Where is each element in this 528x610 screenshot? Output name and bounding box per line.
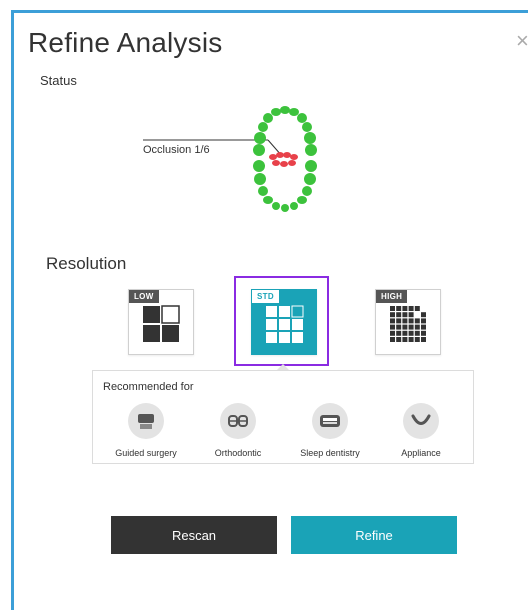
resolution-std-option[interactable]: STD (251, 289, 317, 355)
dental-arch-diagram (143, 106, 317, 212)
reco-label: Appliance (401, 448, 441, 458)
sleep-dentistry-icon (312, 403, 348, 439)
resolution-label: Resolution (46, 254, 127, 273)
reco-label: Orthodontic (214, 448, 262, 458)
reco-item-appliance: Appliance (381, 403, 461, 458)
resolution-low-option[interactable]: LOW (128, 289, 194, 355)
appliance-icon (403, 403, 439, 439)
orthodontic-icon (220, 403, 256, 439)
occlusion-red-teeth (269, 152, 298, 167)
reco-label: Guided surgery (115, 448, 177, 458)
guided-surgery-icon (128, 403, 164, 439)
reco-item-orthodontic: Orthodontic (198, 403, 278, 458)
low-grid-icon (143, 305, 180, 342)
resolution-high-option[interactable]: HIGH (375, 289, 441, 355)
high-grid-icon (390, 306, 426, 342)
rescan-button[interactable]: Rescan (111, 516, 277, 554)
recommended-title: Recommended for (103, 381, 194, 393)
std-grid-icon (266, 305, 304, 343)
refine-button[interactable]: Refine (291, 516, 457, 554)
occlusion-label: Occlusion 1/6 (143, 144, 210, 156)
reco-item-sleep-dentistry: Sleep dentistry (290, 403, 370, 458)
reco-label: Sleep dentistry (300, 448, 360, 458)
reco-item-guided-surgery: Guided surgery (106, 403, 186, 458)
upper-arch-teeth (253, 106, 317, 156)
lower-arch-teeth (253, 160, 317, 212)
